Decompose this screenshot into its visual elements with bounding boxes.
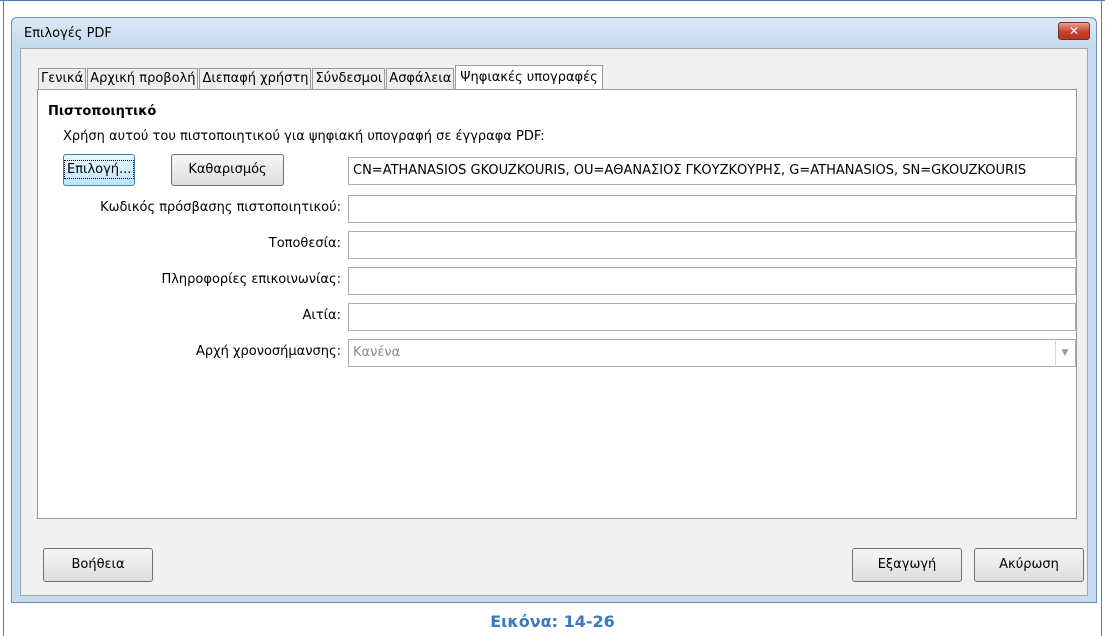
cancel-button-label: Ακύρωση [999,557,1059,572]
timestamp-authority-dropdown[interactable]: Κανένα ▼ [348,339,1076,367]
reason-label: Αιτία: [302,308,341,323]
location-label: Τοποθεσία: [268,236,341,251]
tab-digital-signatures[interactable]: Ψηφιακές υπογραφές [455,65,603,89]
tab-initial-view[interactable]: Αρχική προβολή [87,68,199,89]
export-button[interactable]: Εξαγωγή [852,548,962,582]
help-button-label: Βοήθεια [71,557,125,572]
chevron-down-icon[interactable]: ▼ [1055,341,1074,365]
digital-signatures-panel: Πιστοποιητικό Χρήση αυτού του πιστοποιητ… [37,89,1077,519]
contact-label: Πληροφορίες επικοινωνίας: [161,272,341,287]
figure-caption: Εικόνα: 14-26 [490,612,615,631]
clear-button-label: Καθαρισμός [188,162,267,177]
title-bar: Επιλογές PDF ✕ [12,18,1096,48]
select-button-label: Επιλογή... [64,160,135,179]
password-label: Κωδικός πρόσβασης πιστοποιητικού: [100,200,341,215]
window-title: Επιλογές PDF [24,26,112,41]
reason-field[interactable] [348,303,1076,331]
contact-field[interactable] [348,267,1076,295]
figure-frame-top [0,0,1105,1]
tab-user-interface[interactable]: Διεπαφή χρήστη [199,68,312,89]
timestamp-authority-value: Κανένα [353,345,401,360]
figure-frame-left [3,0,4,636]
tab-bar: Γενικά Αρχική προβολή Διεπαφή χρήστη Σύν… [38,65,604,89]
timestamp-authority-label: Αρχή χρονοσήμανσης: [195,344,341,359]
select-certificate-button[interactable]: Επιλογή... [63,154,135,186]
location-field[interactable] [348,231,1076,259]
certificate-section-title: Πιστοποιητικό [48,104,157,119]
tab-general[interactable]: Γενικά [38,68,87,89]
figure-frame-right [1101,0,1102,636]
close-icon[interactable]: ✕ [1058,22,1090,40]
tab-security[interactable]: Ασφάλεια [386,68,455,89]
help-button[interactable]: Βοήθεια [43,548,153,582]
export-button-label: Εξαγωγή [877,557,937,572]
pdf-options-dialog: Επιλογές PDF ✕ Γενικά Αρχική προβολή Διε… [11,17,1097,603]
certificate-field[interactable]: CN=ATHANASIOS GKOUZKOURIS, OU=ΑΘΑΝΑΣΙΟΣ … [348,157,1076,185]
clear-certificate-button[interactable]: Καθαρισμός [171,154,284,186]
password-field[interactable] [348,195,1076,223]
cancel-button[interactable]: Ακύρωση [974,548,1084,582]
tab-links[interactable]: Σύνδεσμοι [312,68,386,89]
dialog-client-area: Γενικά Αρχική προβολή Διεπαφή χρήστη Σύν… [20,48,1088,596]
certificate-usage-text: Χρήση αυτού του πιστοποιητικού για ψηφια… [63,129,545,144]
